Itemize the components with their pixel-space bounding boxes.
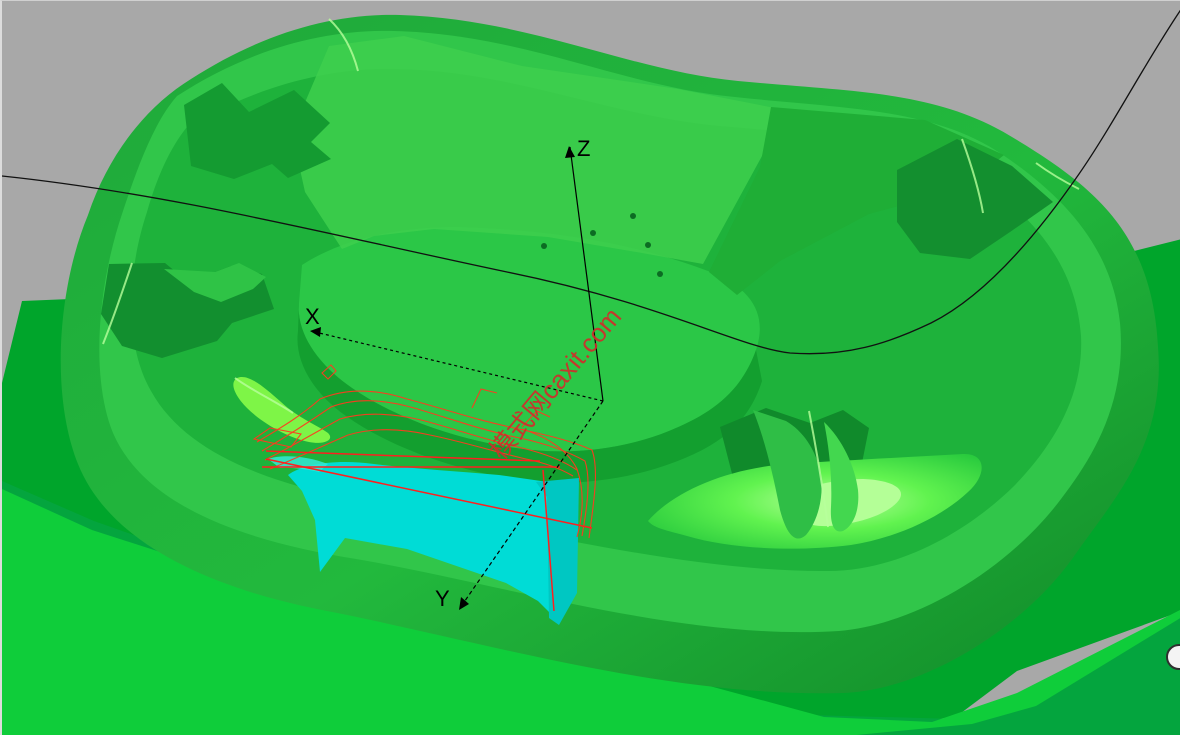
back-floor-face — [292, 36, 780, 264]
axis-x-label: X — [305, 304, 320, 329]
cad-graphics-viewport[interactable]: Z X Y 模式网caxit.com — [0, 0, 1180, 735]
axis-z-label: Z — [577, 136, 590, 161]
axis-y-label: Y — [435, 586, 450, 611]
machining-model-view[interactable]: Z X Y 模式网caxit.com — [2, 1, 1180, 735]
